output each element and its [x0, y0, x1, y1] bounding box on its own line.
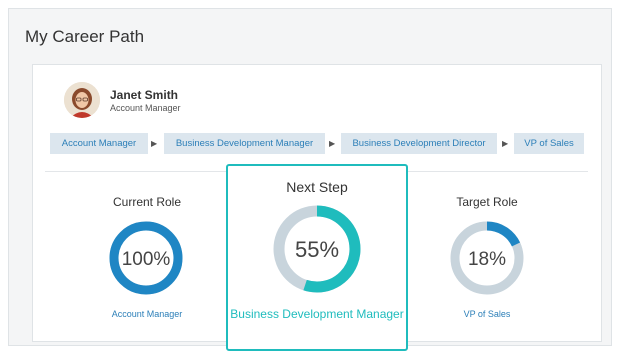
chevron-right-icon: ▶: [151, 139, 158, 148]
target-role-donut: 18%: [450, 221, 524, 295]
target-role-link[interactable]: VP of Sales: [427, 309, 547, 319]
current-role-donut: 100%: [109, 221, 183, 295]
chevron-right-icon: ▶: [502, 139, 509, 148]
current-role-link[interactable]: Account Manager: [87, 309, 207, 319]
path-step-2[interactable]: Business Development Manager: [164, 133, 325, 154]
path-step-4[interactable]: VP of Sales: [514, 133, 584, 154]
avatar: [64, 82, 100, 118]
current-role-percent: 100%: [122, 249, 171, 270]
chevron-right-icon: ▶: [329, 139, 336, 148]
next-step-heading: Next Step: [286, 179, 348, 195]
current-role-heading: Current Role: [112, 195, 182, 209]
path-step-3[interactable]: Business Development Director: [341, 133, 497, 154]
user-role: Account Manager: [110, 103, 181, 113]
target-role-percent: 18%: [468, 249, 506, 270]
next-step-percent: 55%: [295, 237, 339, 262]
target-role-heading: Target Role: [456, 195, 518, 209]
next-step-link[interactable]: Business Development Manager: [226, 307, 408, 322]
next-step-donut: 55%: [273, 205, 361, 293]
page-title: My Career Path: [25, 27, 145, 46]
path-step-1[interactable]: Account Manager: [50, 133, 148, 154]
user-avatar-icon: [64, 82, 100, 118]
user-name: Janet Smith: [110, 88, 179, 102]
